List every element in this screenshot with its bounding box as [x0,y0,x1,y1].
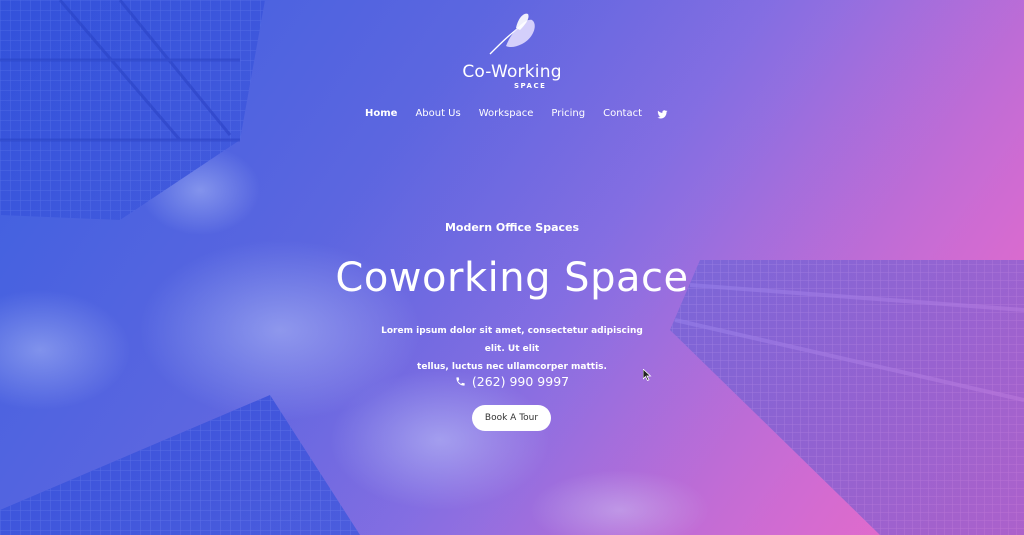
book-a-tour-button[interactable]: Book A Tour [472,405,551,431]
hero-phone[interactable]: (262) 990 9997 [0,374,1024,389]
mouse-cursor-icon [643,369,652,381]
brand-subtitle: SPACE [514,82,547,90]
feather-logo-icon [489,13,535,55]
phone-icon [456,377,465,386]
nav-contact[interactable]: Contact [603,108,642,120]
site-logo[interactable]: Co-Working [0,8,1024,82]
nav-pricing[interactable]: Pricing [551,108,585,120]
nav-workspace[interactable]: Workspace [479,108,534,120]
nav-home[interactable]: Home [365,108,397,120]
hero-description-line-1: Lorem ipsum dolor sit amet, consectetur … [381,326,643,354]
hero-description-line-2: tellus, luctus nec ullamcorper mattis. [417,362,607,372]
main-nav: Home About Us Workspace Pricing Contact [0,108,1024,120]
hero-eyebrow: Modern Office Spaces [444,221,580,234]
brand-name: Co-Working [462,62,562,82]
hero-description: Lorem ipsum dolor sit amet, consectetur … [370,322,654,376]
phone-number: (262) 990 9997 [471,374,570,389]
hero-title: Coworking Space [335,255,689,301]
nav-about-us[interactable]: About Us [415,108,460,120]
twitter-icon[interactable] [657,109,668,120]
